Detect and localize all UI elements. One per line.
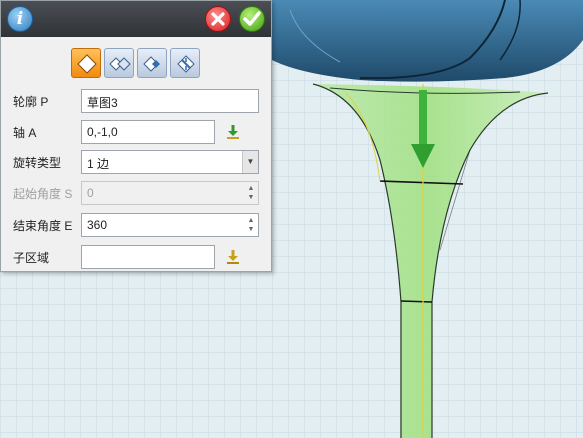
mode-subtract-button[interactable]	[104, 48, 134, 78]
cancel-button[interactable]	[205, 6, 231, 32]
close-icon	[211, 12, 225, 26]
sub-region-label: 子区域	[13, 251, 50, 265]
start-angle-value: 0	[87, 186, 94, 200]
revolve-property-panel: i 轮廓 P 草图3 轴 A 0,-1,0 旋转类型 1 边 ▼ 起始角度 S …	[0, 0, 272, 272]
end-angle-field[interactable]: 360 ▲ ▼	[81, 213, 259, 237]
intersect-solid-icon	[143, 56, 160, 72]
mode-intersect-button[interactable]	[137, 48, 167, 78]
rotation-type-select[interactable]: 1 边 ▼	[81, 150, 259, 174]
end-angle-label: 结束角度 E	[13, 219, 73, 233]
spinner-icon: ▲ ▼	[247, 185, 255, 201]
axis-label: 轴 A	[13, 126, 37, 140]
info-icon: i	[16, 9, 24, 29]
mode-add-button[interactable]	[71, 48, 101, 78]
checkmark-icon	[243, 11, 261, 26]
add-solid-icon	[77, 54, 97, 74]
confirm-button[interactable]	[239, 6, 265, 32]
sub-region-field[interactable]	[81, 245, 215, 269]
start-angle-label: 起始角度 S	[13, 187, 73, 201]
profile-field[interactable]: 草图3	[81, 89, 259, 113]
axis-field[interactable]: 0,-1,0	[81, 120, 215, 144]
profile-label: 轮廓 P	[13, 95, 49, 109]
end-angle-value: 360	[87, 218, 108, 232]
panel-header: i	[1, 1, 271, 37]
chevron-down-icon[interactable]: ▼	[242, 151, 258, 173]
subtract-solid-icon	[109, 57, 131, 71]
pick-sub-region-icon[interactable]	[225, 249, 241, 265]
split-solid-icon	[177, 55, 195, 73]
spinner-icon[interactable]: ▲ ▼	[246, 216, 256, 234]
rotation-type-label: 旋转类型	[13, 156, 62, 170]
rotation-type-value: 1 边	[87, 157, 110, 171]
info-button[interactable]: i	[7, 6, 33, 32]
mode-split-button[interactable]	[170, 48, 200, 78]
start-angle-field: 0 ▲ ▼	[81, 181, 259, 205]
pick-axis-icon[interactable]	[225, 124, 241, 140]
blue-model	[272, 0, 583, 82]
